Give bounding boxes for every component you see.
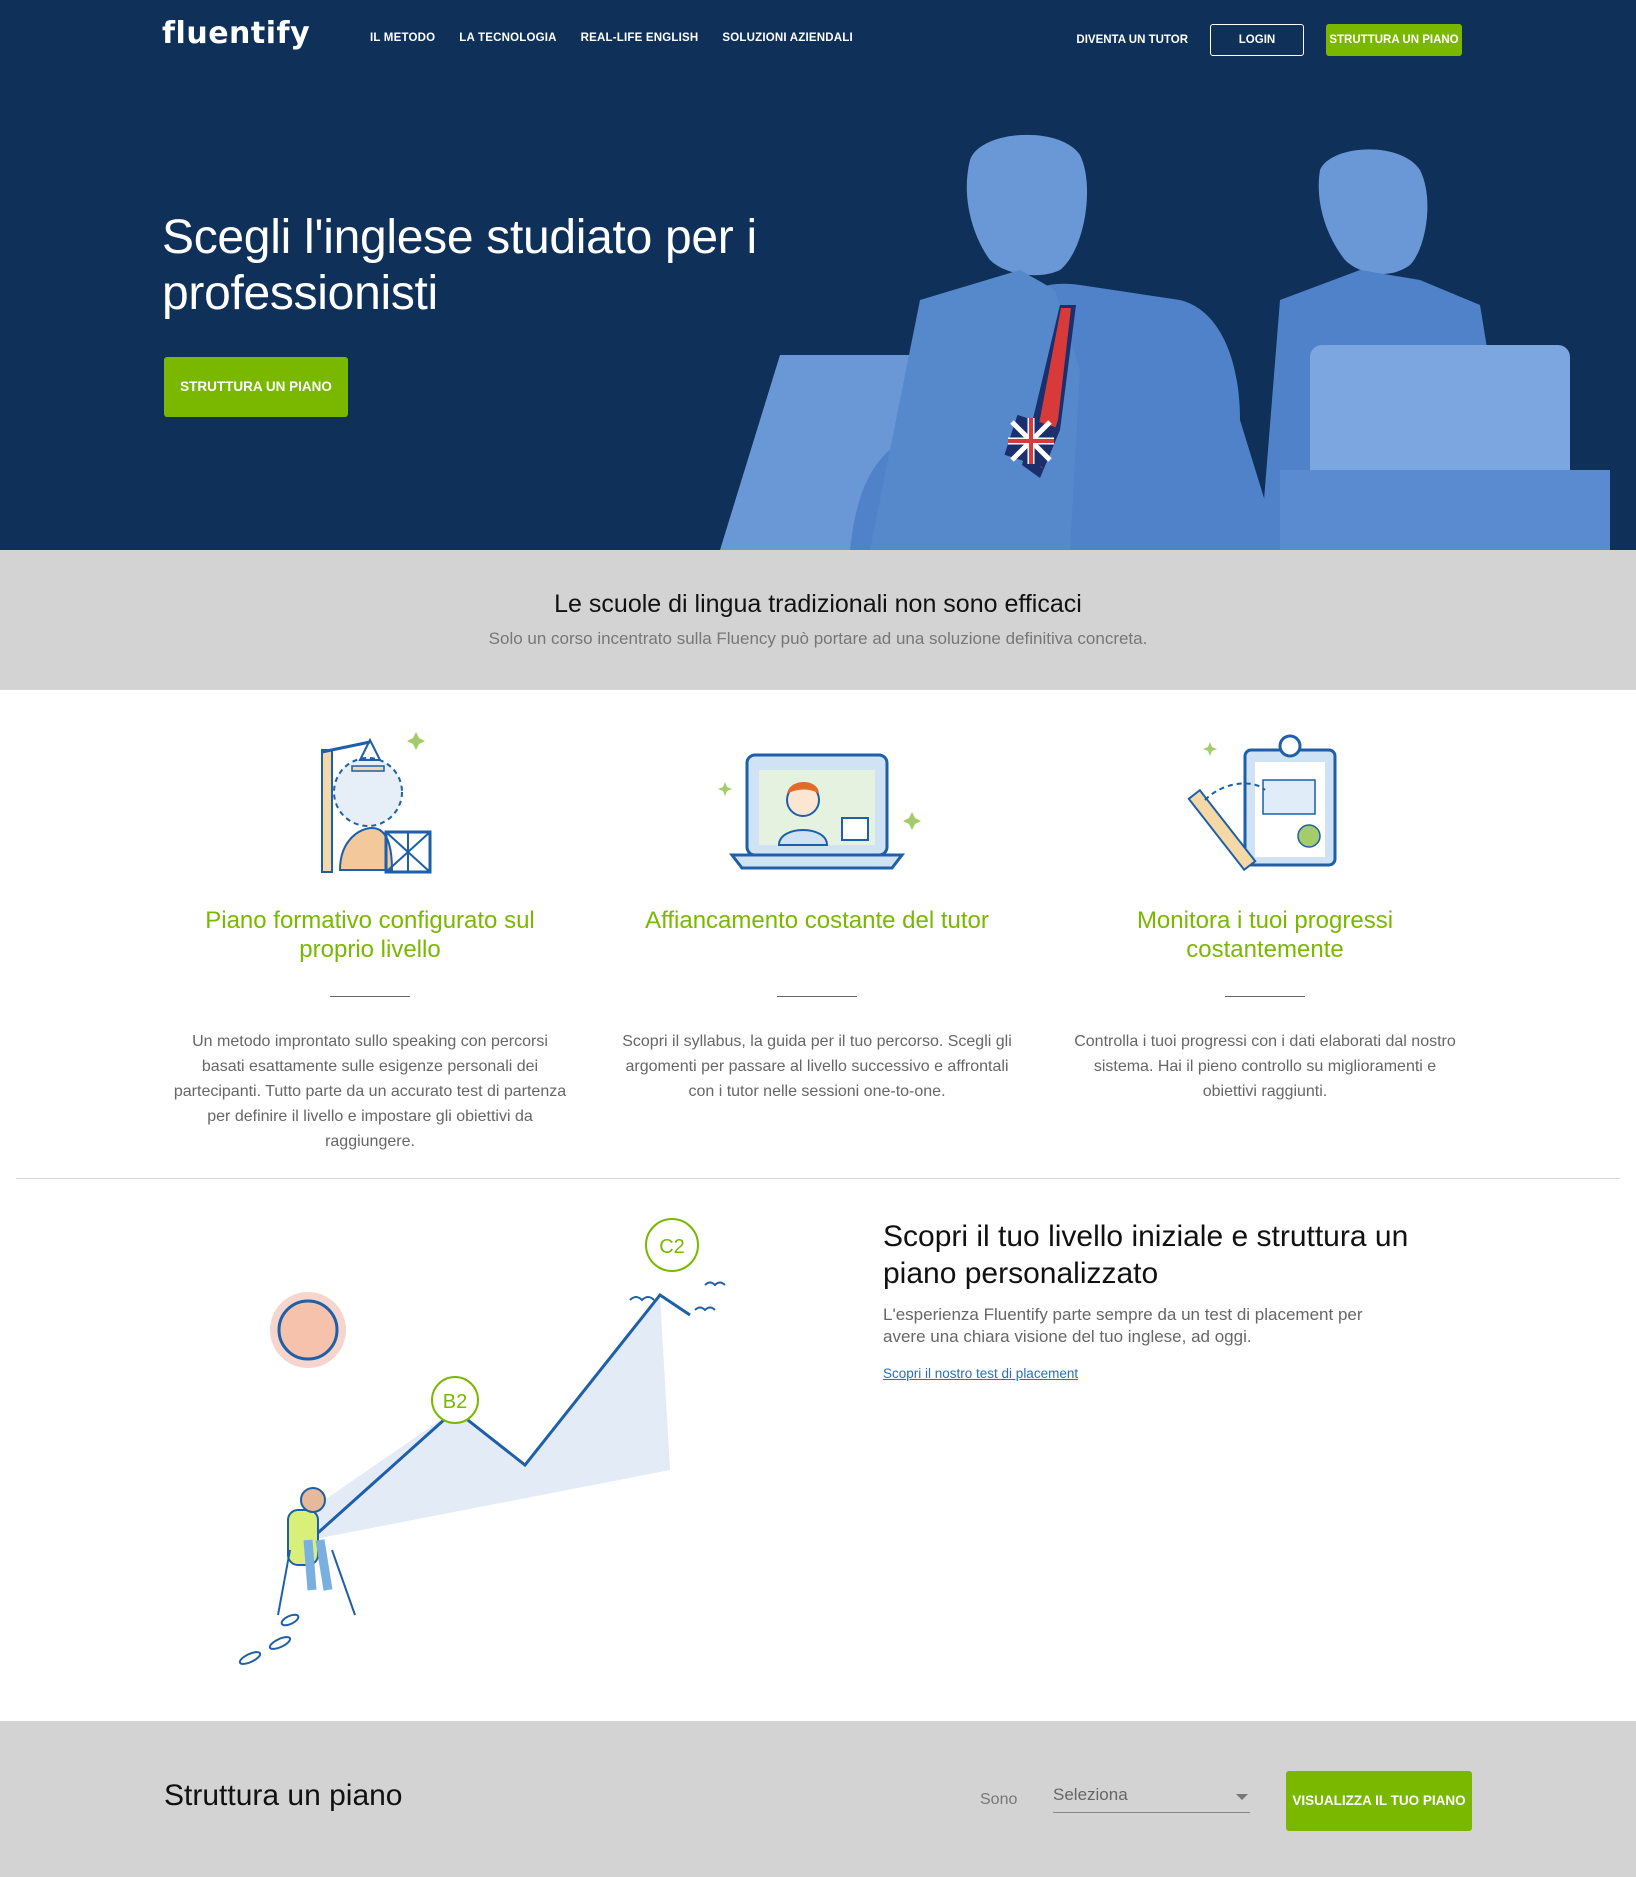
become-tutor-link[interactable]: DIVENTA UN TUTOR bbox=[1076, 34, 1188, 46]
section-divider bbox=[16, 1178, 1620, 1179]
placement-test-link[interactable]: Scopri il nostro test di placement bbox=[883, 1366, 1078, 1381]
role-select-value: Seleziona bbox=[1053, 1785, 1128, 1804]
level-b2-label: B2 bbox=[443, 1391, 467, 1413]
chevron-down-icon bbox=[1236, 1794, 1248, 1800]
feature-card-tutor: Affiancamento costante del tutor Scopri … bbox=[617, 720, 1017, 1104]
placement-text: L'esperienza Fluentify parte sempre da u… bbox=[883, 1305, 1363, 1346]
feature-card-level: Piano formativo configurato sul proprio … bbox=[170, 720, 570, 1154]
feature-title-tutor: Affiancamento costante del tutor bbox=[645, 907, 989, 934]
feature-text-progress: Controlla i tuoi progressi con i dati el… bbox=[1074, 1033, 1456, 1100]
intro-band: Le scuole di lingua tradizionali non son… bbox=[0, 550, 1636, 690]
placement-section: Scopri il tuo livello iniziale e struttu… bbox=[883, 1218, 1443, 1383]
plan-builder: Struttura un piano Sono Seleziona VISUAL… bbox=[0, 1721, 1636, 1877]
hero-plan-button[interactable]: STRUTTURA UN PIANO bbox=[164, 357, 348, 417]
feature-text-tutor: Scopri il syllabus, la guida per il tuo … bbox=[622, 1033, 1012, 1100]
feature-title-progress: Monitora i tuoi progressi costantemente bbox=[1136, 907, 1394, 963]
role-label: Sono bbox=[980, 1791, 1018, 1808]
level-c2-label: C2 bbox=[659, 1236, 685, 1258]
plan-title: Struttura un piano bbox=[164, 1779, 403, 1812]
band-subtitle: Solo un corso incentrato sulla Fluency p… bbox=[488, 629, 1148, 648]
nav-la-tecnologia[interactable]: LA TECNOLOGIA bbox=[459, 32, 556, 44]
main-menu: IL METODO LA TECNOLOGIA REAL-LIFE ENGLIS… bbox=[370, 32, 853, 44]
feature-title-level: Piano formativo configurato sul proprio … bbox=[205, 907, 535, 963]
crane-head-icon bbox=[321, 732, 432, 874]
feature-divider bbox=[777, 996, 857, 997]
role-select[interactable]: Seleziona bbox=[1053, 1785, 1250, 1813]
nav-soluzioni-aziendali[interactable]: SOLUZIONI AZIENDALI bbox=[722, 32, 853, 44]
login-button[interactable]: LOGIN bbox=[1210, 24, 1304, 56]
mountain-climb-illustration: B2 C2 bbox=[238, 1218, 726, 1665]
view-plan-button[interactable]: VISUALIZZA IL TUO PIANO bbox=[1286, 1771, 1472, 1831]
hero-section: fluentify IL METODO LA TECNOLOGIA REAL-L… bbox=[0, 0, 1636, 550]
feature-divider bbox=[1225, 996, 1305, 997]
hero-title: Scegli l'inglese studiato per i professi… bbox=[162, 211, 757, 320]
clipboard-chart-icon bbox=[1187, 734, 1337, 872]
laptop-tutor-icon bbox=[718, 753, 921, 870]
businessmen-illustration bbox=[720, 134, 1610, 550]
nav-actions: DIVENTA UN TUTOR LOGIN STRUTTURA UN PIAN… bbox=[1076, 24, 1462, 56]
fluentify-logo[interactable]: fluentify bbox=[162, 16, 310, 51]
nav-il-metodo[interactable]: IL METODO bbox=[370, 32, 435, 44]
top-nav: fluentify IL METODO LA TECNOLOGIA REAL-L… bbox=[0, 0, 1636, 80]
feature-text-level: Un metodo improntato sullo speaking con … bbox=[173, 1033, 567, 1150]
feature-card-progress: Monitora i tuoi progressi costantemente … bbox=[1065, 720, 1465, 1104]
band-title: Le scuole di lingua tradizionali non son… bbox=[554, 590, 1082, 618]
feature-divider bbox=[330, 996, 410, 997]
placement-title: Scopri il tuo livello iniziale e struttu… bbox=[883, 1220, 1409, 1290]
nav-plan-button[interactable]: STRUTTURA UN PIANO bbox=[1326, 24, 1462, 56]
nav-real-life-english[interactable]: REAL-LIFE ENGLISH bbox=[581, 32, 699, 44]
